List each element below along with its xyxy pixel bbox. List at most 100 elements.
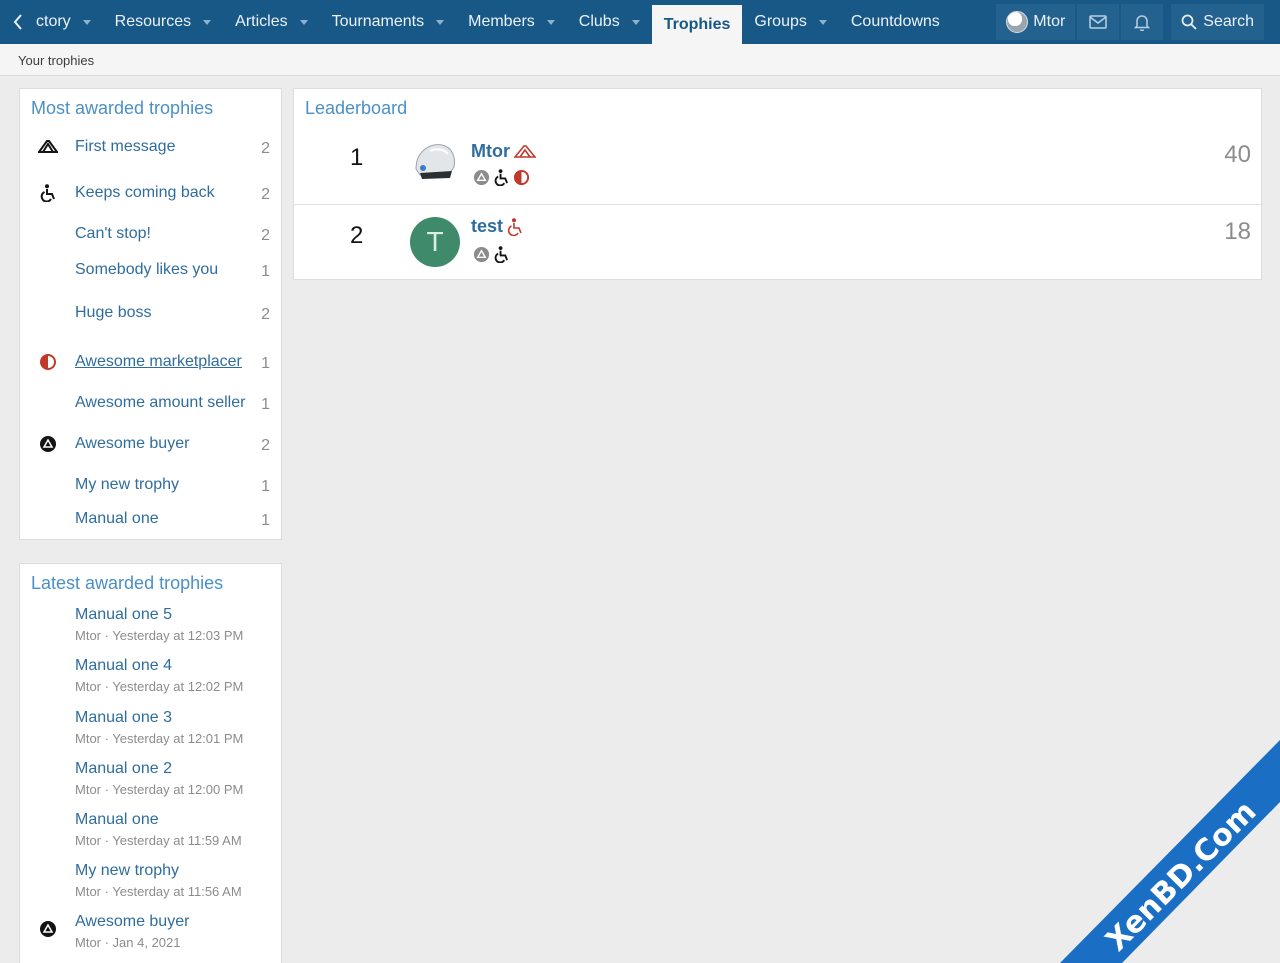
list-item[interactable]: Awesome marketplacer 1	[20, 351, 281, 373]
award-meta: Mtor · Yesterday at 12:02 PM	[75, 679, 244, 694]
award-meta: Mtor · Yesterday at 12:00 PM	[75, 782, 244, 797]
wheelchair-icon	[38, 183, 58, 203]
list-item: Manual one 2 Mtor · Yesterday at 12:00 P…	[20, 760, 281, 804]
chevron-down-icon[interactable]	[82, 19, 91, 25]
triangle-circle-icon	[473, 169, 490, 186]
award-meta: Mtor · Yesterday at 11:56 AM	[75, 884, 242, 899]
watermark-banner: XenBD.Com	[1060, 740, 1280, 963]
trophy-count: 1	[261, 396, 270, 413]
tab-label: Articles	[235, 13, 288, 30]
tab-groups[interactable]: Groups	[742, 0, 838, 44]
leaderboard-username[interactable]: test	[471, 216, 523, 237]
block-title: Most awarded trophies	[31, 98, 214, 118]
trophy-name[interactable]: Manual one 4	[75, 657, 172, 675]
watermark-text: XenBD.Com	[1099, 794, 1263, 958]
list-item[interactable]: My new trophy 1	[20, 474, 281, 496]
account-button[interactable]: Mtor	[996, 4, 1076, 40]
trophy-name[interactable]: Manual one 3	[75, 709, 172, 727]
list-item[interactable]: Awesome buyer 2	[20, 433, 281, 455]
trophy-name[interactable]: Awesome buyer	[75, 913, 189, 931]
trophy-name[interactable]: My new trophy	[75, 862, 179, 880]
trophy-count: 2	[261, 227, 270, 244]
list-item[interactable]: First message 2	[20, 136, 281, 158]
triangle-circle-icon	[473, 246, 490, 263]
trophy-name[interactable]: My new trophy	[75, 476, 179, 494]
tab-members[interactable]: Members	[456, 0, 567, 44]
tab-tournaments[interactable]: Tournaments	[320, 0, 457, 44]
chevron-down-icon[interactable]	[203, 19, 212, 25]
tab-clubs[interactable]: Clubs	[567, 0, 652, 44]
chevron-left-icon	[13, 14, 22, 30]
list-item: Manual one 5 Mtor · Yesterday at 12:03 P…	[20, 606, 281, 650]
chevron-down-icon[interactable]	[299, 19, 308, 25]
tab-countdowns[interactable]: Countdowns	[839, 0, 952, 44]
tab-resources[interactable]: Resources	[103, 0, 223, 44]
avatar[interactable]: T	[410, 217, 460, 267]
trophy-name[interactable]: Can't stop!	[75, 225, 151, 243]
trophy-name[interactable]: Manual one	[75, 811, 159, 829]
half-circle-icon	[38, 352, 58, 372]
trophy-count: 1	[261, 512, 270, 529]
tab-label: Clubs	[578, 13, 620, 30]
account-username: Mtor	[1033, 13, 1066, 30]
avatar[interactable]	[410, 137, 460, 187]
list-item: Manual one Mtor · Yesterday at 11:59 AM	[20, 811, 281, 855]
trophy-name[interactable]: Awesome buyer	[75, 435, 189, 453]
tab-trophies[interactable]: Trophies	[651, 5, 743, 44]
trophy-count: 2	[261, 186, 270, 203]
list-item[interactable]: Awesome amount seller 1	[20, 392, 281, 414]
alerts-button[interactable]	[1121, 4, 1164, 40]
tab-label: Resources	[114, 13, 192, 30]
avatar-letter: T	[426, 226, 444, 257]
username-text: test	[471, 216, 504, 236]
trophy-name[interactable]: Awesome amount seller	[75, 394, 245, 412]
chevron-down-icon[interactable]	[818, 19, 827, 25]
top-navigation: ctory Resources Articles Tournaments Mem…	[0, 0, 1280, 44]
wheelchair-icon	[507, 217, 522, 236]
trophy-name[interactable]: Keeps coming back	[75, 184, 215, 202]
list-item: Manual one 4 Mtor · Yesterday at 12:02 P…	[20, 657, 281, 701]
trophy-name[interactable]: Manual one 5	[75, 606, 172, 624]
chevron-down-icon[interactable]	[436, 19, 445, 25]
tab-label: Trophies	[663, 15, 731, 33]
search-button[interactable]: Search	[1171, 4, 1264, 40]
tab-articles[interactable]: Articles	[223, 0, 319, 44]
sub-navigation: Your trophies	[0, 44, 1280, 76]
leaderboard-block: Leaderboard 1 Mtor 40 2 T test 18	[293, 88, 1262, 280]
tab-label: Members	[468, 13, 535, 30]
list-item[interactable]: Huge boss 2	[20, 302, 281, 324]
leaderboard-row: 2 T test 18	[294, 204, 1261, 280]
trophy-name[interactable]: Awesome marketplacer	[75, 353, 242, 371]
watermark-ribbon: XenBD.Com	[1060, 740, 1280, 963]
wheelchair-icon	[494, 169, 509, 186]
chevron-down-icon[interactable]	[631, 19, 640, 25]
list-item: Manual one 3 Mtor · Yesterday at 12:01 P…	[20, 709, 281, 753]
list-item[interactable]: Somebody likes you 1	[20, 259, 281, 281]
triangle-circle-icon	[38, 919, 58, 939]
wheelchair-icon	[494, 246, 509, 263]
tab-directory[interactable]: ctory	[36, 0, 103, 44]
list-item[interactable]: Manual one 1	[20, 508, 281, 530]
leaderboard-row: 1 Mtor 40	[294, 129, 1261, 205]
award-meta: Mtor · Yesterday at 12:03 PM	[75, 628, 244, 643]
trophy-name[interactable]: Manual one	[75, 510, 159, 528]
avatar	[1006, 11, 1029, 33]
leaderboard-username[interactable]: Mtor	[471, 141, 536, 162]
nav-scroll-left-button[interactable]	[0, 0, 36, 44]
trophy-name[interactable]: Huge boss	[75, 304, 152, 322]
leaderboard-points: 40	[1224, 141, 1251, 168]
trophy-count: 1	[261, 355, 270, 372]
trophy-name[interactable]: Manual one 2	[75, 760, 172, 778]
list-item[interactable]: Keeps coming back 2	[20, 182, 281, 204]
trophy-name[interactable]: Somebody likes you	[75, 261, 218, 279]
trophy-name[interactable]: First message	[75, 138, 175, 156]
inbox-button[interactable]	[1077, 4, 1120, 40]
user-trophy-badges	[473, 246, 513, 263]
subnav-your-trophies-link[interactable]: Your trophies	[18, 53, 94, 68]
chevron-down-icon[interactable]	[546, 19, 555, 25]
most-awarded-trophies-block: Most awarded trophies First message 2 Ke…	[19, 88, 282, 540]
list-item[interactable]: Can't stop! 2	[20, 223, 281, 245]
triangle-circle-icon	[38, 434, 58, 454]
envelope-icon	[1089, 15, 1108, 29]
tab-label: Tournaments	[331, 13, 425, 30]
